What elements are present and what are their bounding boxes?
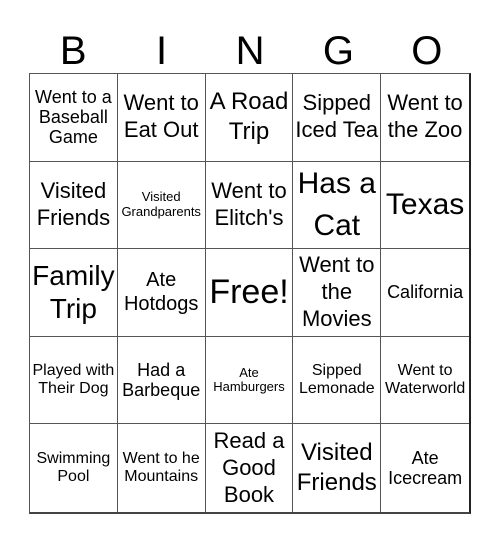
header-letter-i: I [156,29,168,73]
bingo-cell[interactable]: Texas [381,162,469,250]
bingo-cell[interactable]: Went to Waterworld [381,337,469,425]
bingo-cell[interactable]: Went to the Zoo [381,74,469,162]
bingo-cell[interactable]: Went to he Mountains [118,424,206,512]
bingo-cell[interactable]: Went to Eat Out [117,74,206,162]
bingo-cell[interactable]: Ate Icecream [381,424,469,512]
bingo-cell[interactable]: Played with Their Dog [30,336,118,425]
bingo-cell[interactable]: Swimming Pool [30,424,118,512]
bingo-cell[interactable]: Read a Good Book [206,424,294,512]
header-letter-n: N [235,29,265,73]
bingo-cell[interactable]: Went to a Baseball Game [30,74,118,162]
bingo-cell[interactable]: Sipped Iced Tea [293,74,382,162]
bingo-cell[interactable]: Had a Barbeque [117,336,206,425]
bingo-cell[interactable]: Ate Hamburgers [205,336,294,425]
bingo-free-cell[interactable]: Free! [205,249,294,337]
bingo-card-grid: Went to a Baseball Game Went to Eat Out … [29,73,471,514]
bingo-cell[interactable]: Family Trip [30,249,118,337]
bingo-cell[interactable]: California [381,249,469,337]
bingo-cell[interactable]: A Road Trip [205,74,294,162]
bingo-header: B I N G O [29,30,471,73]
bingo-cell[interactable]: Went to the Movies [293,249,382,337]
bingo-cell[interactable]: Visited Friends [293,424,382,512]
bingo-cell[interactable]: Went to Elitch's [205,161,294,250]
bingo-cell[interactable]: Has a Cat [293,161,382,250]
header-letter-b: B [59,29,87,73]
header-letter-o: O [411,29,443,73]
bingo-cell[interactable]: Ate Hotdogs [117,249,206,337]
bingo-cell[interactable]: Sipped Lemonade [293,336,382,425]
header-letter-g: G [322,29,354,73]
bingo-cell[interactable]: Visited Grandparents [117,161,206,250]
bingo-cell[interactable]: Visited Friends [30,161,118,250]
